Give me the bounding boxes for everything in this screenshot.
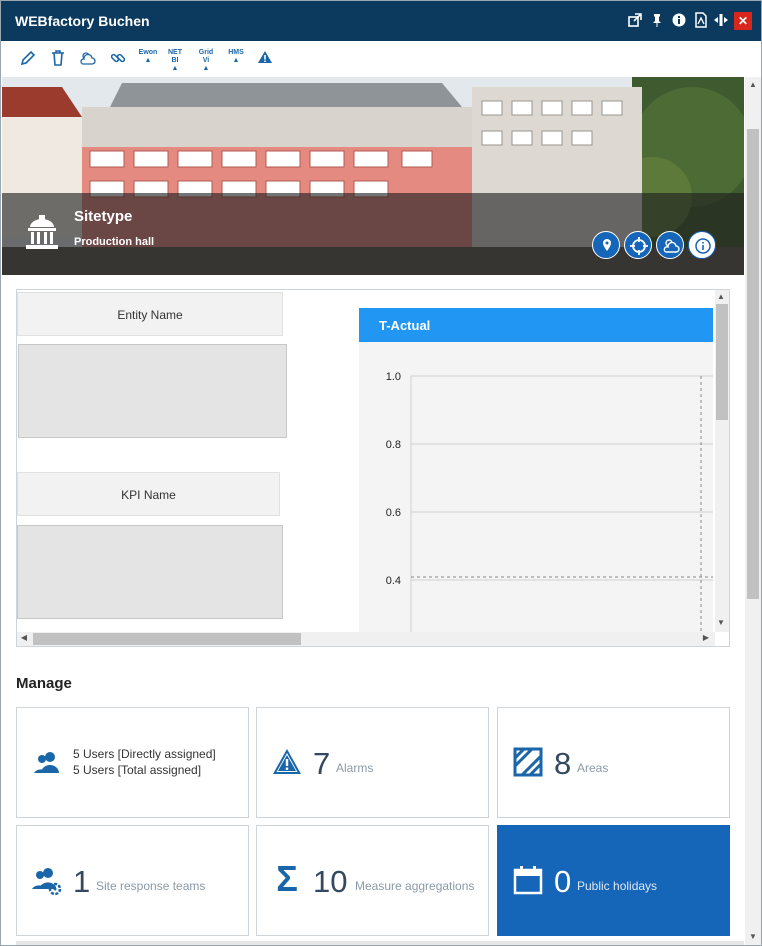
link-icon[interactable] [109,49,131,69]
site-type-title: Sitetype [74,208,133,225]
alarms-label: Alarms [336,761,374,775]
sigma-icon: Σ [276,858,298,899]
pin-icon[interactable] [649,12,665,28]
public-holidays-label: Public holidays [577,879,658,893]
gridvi-upload-label: Grid Vi [198,49,214,64]
areas-label: Areas [577,761,609,775]
hms-upload-icon[interactable]: HMS ▲ [225,49,247,69]
users-total-count: 5 Users [Total assigned] [73,763,202,777]
chart-title: T-Actual [359,308,713,342]
alarms-count: 7 [313,746,331,781]
weather-button[interactable] [656,231,684,259]
panel-horizontal-thumb[interactable] [33,633,301,645]
popout-icon[interactable] [627,12,643,28]
weather-icon[interactable] [79,49,101,69]
building-icon [22,213,62,253]
alarm-warning-icon [271,746,303,778]
panel-scroll-right-arrow[interactable]: ▶ [699,631,713,645]
map-pin-icon [603,239,611,251]
ewon-upload-icon[interactable]: Ewon ▲ [137,49,159,69]
measure-aggregations-count: 10 [313,864,348,899]
public-holidays-count: 0 [554,864,572,899]
hms-upload-label: HMS [228,49,244,56]
kpi-name-label: KPI Name [17,472,280,516]
panel-vertical-thumb[interactable] [716,304,728,420]
measure-aggregations-label: Measure aggregations [355,879,475,893]
warning-icon[interactable] [257,49,279,69]
site-banner: Sitetype Production hall [2,77,744,275]
location-button[interactable] [592,231,620,259]
netbi-upload-icon[interactable]: NET BI ▲ [165,49,185,72]
window: WEBfactory Buchen ✕ Ewon ▲ NET BI ▲ Grid… [0,0,762,946]
response-teams-label: Site response teams [96,879,206,893]
panel-vertical-scrollbar[interactable]: ▲ ▼ [715,290,729,632]
panel-horizontal-scrollbar[interactable]: ◀ ▶ [17,632,715,646]
bottom-edge [16,941,744,945]
info-icon[interactable] [671,12,687,28]
users-tile[interactable]: 5 Users [Directly assigned] 5 Users [Tot… [16,707,249,818]
response-teams-tile[interactable]: 1 Site response teams [16,825,249,936]
main-scrollbar-thumb[interactable] [747,129,759,599]
site-type-subtitle: Production hall [74,236,155,248]
areas-count: 8 [554,746,572,781]
kpi-name-field[interactable] [17,525,283,619]
edit-icon[interactable] [19,49,41,69]
chart-y-tick-label: 0.8 [386,439,401,451]
measure-aggregations-tile[interactable]: Σ 10 Measure aggregations [256,825,489,936]
info-button[interactable] [688,231,716,259]
toolbar: Ewon ▲ NET BI ▲ Grid Vi ▲ HMS ▲ [1,41,761,77]
t-actual-chart: T-Actual 1.0 0.8 0.6 0.4 [359,308,713,632]
team-gear-icon [31,864,63,896]
panel-scroll-up-arrow[interactable]: ▲ [714,290,728,304]
resize-icon[interactable] [713,12,729,28]
chart-y-tick-label: 1.0 [386,371,401,383]
areas-icon [512,746,544,778]
entity-name-field[interactable] [18,344,287,438]
chart-y-tick-label: 0.6 [386,507,401,519]
areas-tile[interactable]: 8 Areas [497,707,730,818]
kpi-panel: Entity Name KPI Name T-Actual 1.0 0.8 0.6 0… [16,289,730,647]
scroll-down-arrow[interactable]: ▼ [745,929,761,945]
chart-plot: 1.0 0.8 0.6 0.4 [386,371,713,632]
manage-heading: Manage [16,675,72,692]
users-direct-count: 5 Users [Directly assigned] [73,747,216,761]
pdf-icon[interactable] [693,12,709,28]
calendar-icon [512,864,544,896]
gridvi-upload-icon[interactable]: Grid Vi ▲ [195,49,217,72]
response-teams-count: 1 [73,864,91,899]
title-bar: WEBfactory Buchen ✕ [1,1,761,41]
ewon-upload-label: Ewon [138,49,158,56]
info-circle-icon [695,238,711,254]
netbi-upload-label: NET BI [168,49,182,64]
scroll-up-arrow[interactable]: ▲ [745,77,761,93]
delete-icon[interactable] [49,49,71,69]
alarms-tile[interactable]: 7 Alarms [256,707,489,818]
close-button[interactable]: ✕ [734,12,752,30]
crosshair-button[interactable] [624,231,652,259]
main-scrollbar[interactable]: ▲ ▼ [745,77,761,945]
panel-scroll-left-arrow[interactable]: ◀ [17,631,31,645]
users-icon [31,746,63,778]
chart-y-tick-label: 0.4 [386,575,401,587]
window-title: WEBfactory Buchen [15,13,150,29]
panel-scroll-down-arrow[interactable]: ▼ [714,616,728,630]
crosshair-icon [630,237,648,255]
entity-name-label: Entity Name [17,292,283,336]
public-holidays-tile[interactable]: 0 Public holidays [497,825,730,936]
cloud-sun-icon [663,239,680,253]
